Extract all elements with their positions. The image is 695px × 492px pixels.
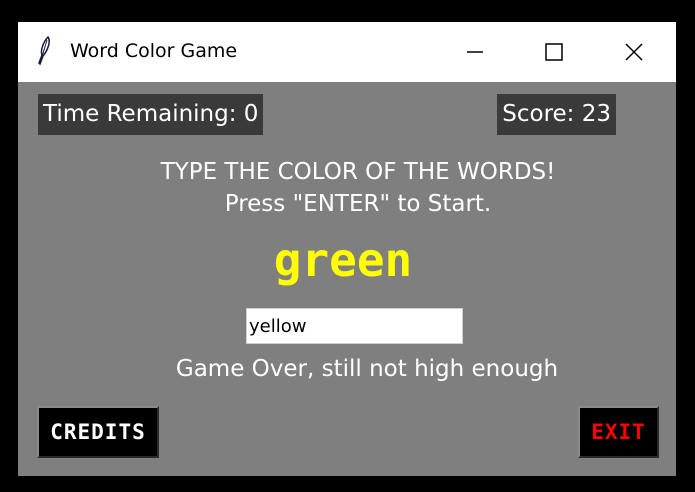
instructions-line-1: TYPE THE COLOR OF THE WORDS! (160, 159, 556, 185)
minimize-icon[interactable] (455, 32, 495, 72)
window-title: Word Color Game (70, 40, 238, 62)
exit-button[interactable]: EXIT (578, 406, 659, 458)
title-bar[interactable]: Word Color Game (18, 22, 676, 82)
color-word: green (273, 233, 413, 287)
close-icon[interactable] (614, 32, 654, 72)
feather-icon (38, 36, 50, 66)
time-remaining-label: Time Remaining: 0 (38, 94, 264, 135)
maximize-icon[interactable] (534, 32, 574, 72)
game-window: Word Color Game Time Remaining: 0 Score:… (18, 22, 676, 476)
game-area: Time Remaining: 0 Score: 23 TYPE THE COL… (18, 82, 676, 476)
score-label: Score: 23 (497, 94, 616, 135)
game-status: Game Over, still not high enough (175, 356, 559, 382)
credits-button[interactable]: CREDITS (37, 406, 159, 458)
answer-input[interactable] (246, 308, 463, 344)
instructions-line-2: Press "ENTER" to Start. (224, 191, 492, 217)
